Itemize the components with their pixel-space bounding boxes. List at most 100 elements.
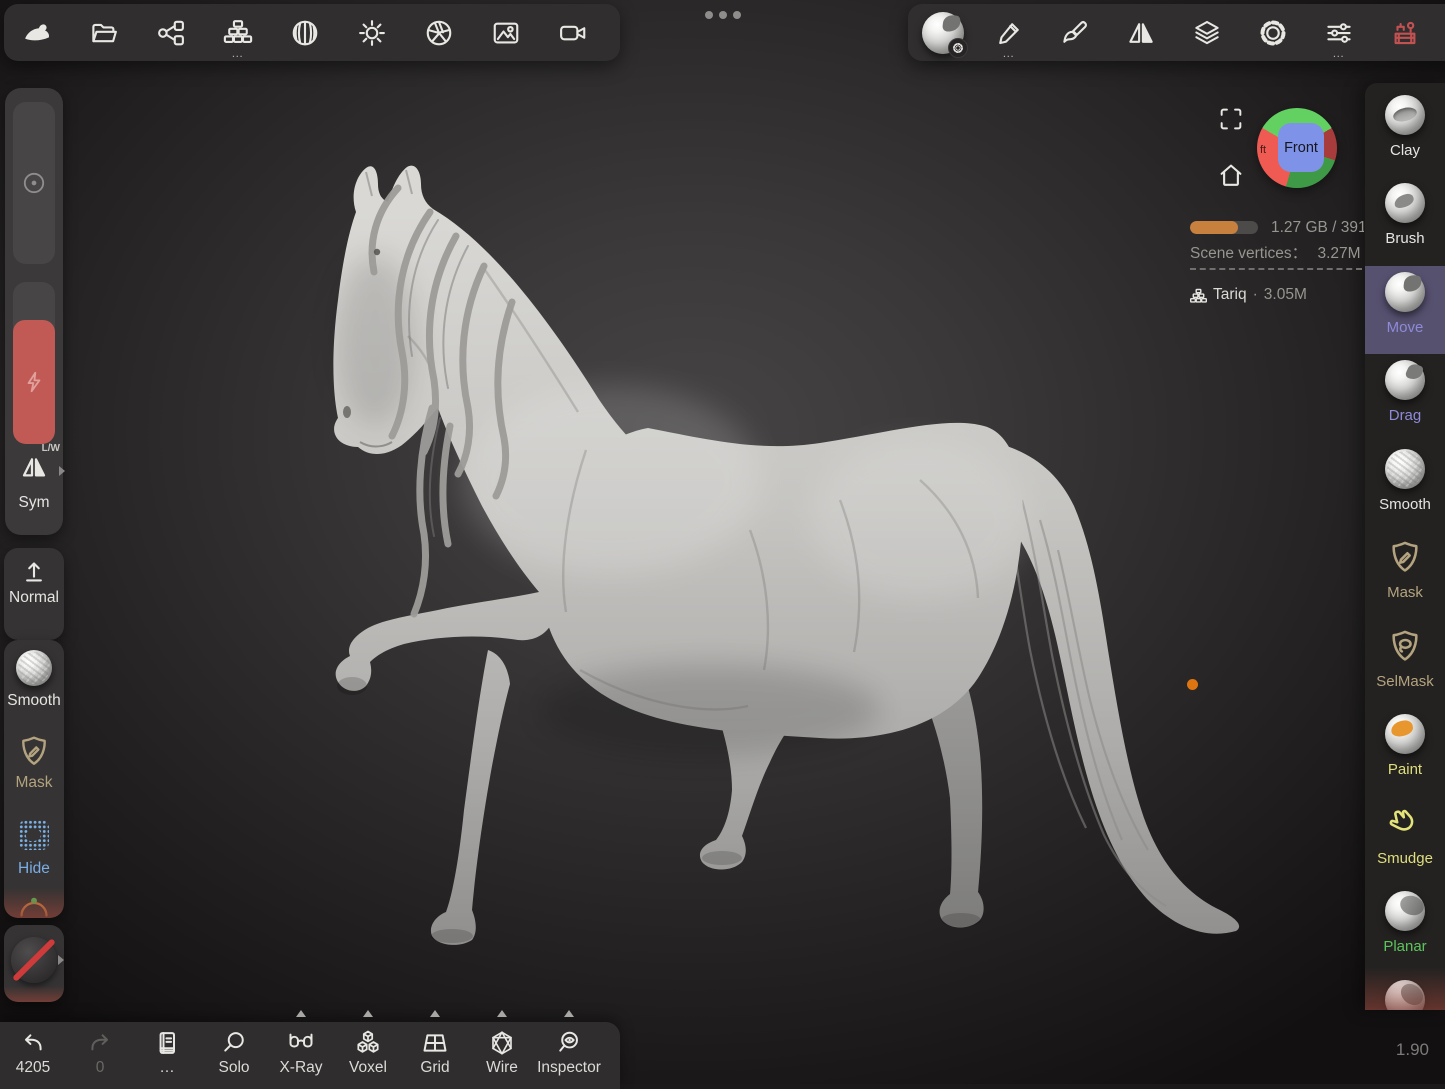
panel-scroll-fade — [4, 986, 64, 1002]
top-left-toolbar: … — [4, 4, 620, 61]
sun-icon — [357, 18, 387, 48]
wire-label: Wire — [486, 1059, 518, 1077]
voxel-caret-icon[interactable] — [363, 1010, 373, 1017]
stroke-more: … — [986, 48, 1032, 58]
gizmo-left-face[interactable]: ft — [1260, 144, 1266, 156]
tool-move-selected[interactable]: Move — [1365, 266, 1445, 354]
move-sphere-icon — [1385, 272, 1425, 312]
image-icon — [491, 18, 521, 48]
grid-caret-icon[interactable] — [430, 1010, 440, 1017]
intensity-slider[interactable] — [13, 282, 55, 444]
voxel-label: Voxel — [349, 1059, 387, 1077]
symmetry-button[interactable] — [1118, 10, 1164, 56]
tool-drag[interactable]: Drag — [1365, 354, 1445, 442]
active-tool-sphere-icon — [922, 12, 964, 54]
interface-more: … — [1316, 48, 1362, 58]
magnifier-icon — [220, 1027, 248, 1058]
camera-button[interactable] — [550, 10, 596, 56]
wire-toggle[interactable]: Wire — [479, 1027, 525, 1077]
xray-caret-icon[interactable] — [296, 1010, 306, 1017]
tool-label: Smudge — [1365, 850, 1445, 867]
fullscreen-button[interactable] — [1217, 105, 1245, 138]
redo-count: 0 — [96, 1059, 105, 1077]
xray-label: X-Ray — [279, 1059, 322, 1077]
mirror-triangles-icon — [18, 448, 50, 489]
object-name: Tariq — [1213, 286, 1247, 304]
topology-button[interactable]: … — [215, 10, 261, 56]
symmetry-toggle[interactable]: L/W Sym — [5, 440, 63, 530]
gizmo-front-face[interactable]: Front — [1278, 123, 1324, 172]
tool-selmask[interactable]: SelMask — [1365, 620, 1445, 708]
redo-arrow-icon — [86, 1027, 114, 1058]
history-notes-button[interactable]: … — [144, 1027, 190, 1077]
topology-more: … — [215, 48, 261, 58]
gear-badge-icon — [948, 38, 968, 58]
home-icon — [1216, 160, 1246, 190]
expand-arrow-icon[interactable] — [58, 955, 64, 965]
tool-label: Move — [1365, 319, 1445, 336]
falloff-normal-panel[interactable]: Normal — [4, 548, 64, 640]
lighting-button[interactable] — [349, 10, 395, 56]
dotted-selection-icon — [19, 820, 49, 850]
tool-paint[interactable]: Paint — [1365, 708, 1445, 796]
toolbox-button[interactable] — [1382, 10, 1428, 56]
files-button[interactable] — [81, 10, 127, 56]
tool-clay[interactable]: Clay — [1365, 89, 1445, 177]
tool-mask[interactable]: Mask — [1365, 531, 1445, 619]
app-menu-button[interactable] — [14, 10, 60, 56]
inspector-toggle[interactable]: Inspector — [546, 1027, 592, 1077]
window-drag-handle[interactable] — [698, 8, 748, 22]
memory-usage-text: 1.27 GB / 391 M — [1271, 219, 1364, 237]
interface-button[interactable]: … — [1316, 10, 1362, 56]
expand-arrow-icon[interactable] — [59, 466, 65, 476]
grid-toggle[interactable]: Grid — [412, 1027, 458, 1077]
quick-mask-label: Mask — [4, 774, 64, 792]
no-material-panel[interactable] — [4, 925, 64, 1002]
xray-toggle[interactable]: X-Ray — [278, 1027, 324, 1077]
history-notes-more: … — [159, 1059, 175, 1077]
layers-button[interactable] — [1184, 10, 1230, 56]
pencil-icon — [994, 18, 1024, 48]
home-view-button[interactable] — [1216, 160, 1246, 195]
quick-smooth-button[interactable]: Smooth — [4, 650, 64, 691]
panel-scroll-fade — [4, 888, 64, 918]
shield-pencil-icon — [17, 734, 51, 768]
settings-button[interactable] — [1250, 10, 1296, 56]
material-button[interactable] — [282, 10, 328, 56]
quick-mask-button[interactable]: Mask — [4, 734, 64, 773]
intensity-slider-fill — [13, 320, 55, 444]
background-button[interactable] — [483, 10, 529, 56]
paint-brush-icon — [1060, 18, 1090, 48]
tool-label: Smooth — [1365, 496, 1445, 513]
circle-dot-icon — [21, 170, 47, 196]
quick-hide-button[interactable]: Hide — [4, 820, 64, 855]
redo-button[interactable]: 0 — [77, 1027, 123, 1077]
tool-smooth[interactable]: Smooth — [1365, 443, 1445, 531]
solo-label: Solo — [218, 1059, 249, 1077]
solo-toggle[interactable]: Solo — [211, 1027, 257, 1077]
tool-planar[interactable]: Planar — [1365, 885, 1445, 973]
painting-button[interactable] — [1052, 10, 1098, 56]
voxel-toggle[interactable]: Voxel — [345, 1027, 391, 1077]
sliders-icon — [1324, 18, 1354, 48]
brush-sliders-panel: L/W Sym — [5, 88, 63, 535]
active-tool-preview-button[interactable] — [920, 10, 966, 56]
rough-sphere-icon — [1385, 449, 1425, 489]
undo-button[interactable]: 4205 — [10, 1027, 56, 1077]
dot-icon — [705, 11, 713, 19]
inspector-caret-icon[interactable] — [564, 1010, 574, 1017]
quick-tools-panel: Smooth Mask Hide — [4, 640, 64, 918]
sidebar-scroll-fade — [1365, 968, 1445, 1010]
tool-brush[interactable]: Brush — [1365, 177, 1445, 265]
scene-graph-button[interactable] — [148, 10, 194, 56]
goggles-icon — [286, 1027, 316, 1058]
sym-label: Sym — [5, 494, 63, 512]
tool-smudge[interactable]: Smudge — [1365, 797, 1445, 885]
postprocess-button[interactable] — [416, 10, 462, 56]
selected-object-row[interactable]: Tariq · 3.05M — [1190, 286, 1307, 304]
horse-sculpture[interactable] — [280, 150, 1270, 950]
wire-caret-icon[interactable] — [497, 1010, 507, 1017]
stroke-button[interactable]: … — [986, 10, 1032, 56]
orientation-gizmo[interactable]: Front ft — [1257, 108, 1337, 188]
radius-slider[interactable] — [13, 102, 55, 264]
